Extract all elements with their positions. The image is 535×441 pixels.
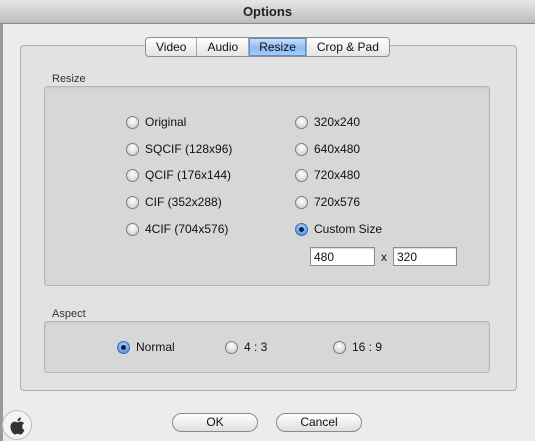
tab-crop-pad[interactable]: Crop & Pad	[305, 38, 389, 56]
radio-aspect-4-3[interactable]: 4 : 3	[225, 339, 267, 355]
tab-resize[interactable]: Resize	[248, 38, 306, 56]
radio-label: 320x240	[314, 115, 361, 129]
radio-label: Custom Size	[314, 222, 383, 236]
radio-original[interactable]: Original	[126, 114, 186, 130]
radio-button-selected[interactable]	[295, 222, 308, 236]
radio-button[interactable]	[295, 142, 308, 156]
radio-label: CIF (352x288)	[145, 195, 222, 209]
radio-aspect-16-9[interactable]: 16 : 9	[333, 339, 382, 355]
radio-label: Normal	[136, 340, 175, 354]
apple-logo-glyph	[10, 417, 25, 435]
radio-button[interactable]	[126, 222, 139, 236]
radio-button[interactable]	[333, 340, 346, 354]
options-window: Options Video Audio Resize Crop & Pad Re…	[0, 0, 535, 441]
radio-label: Original	[145, 115, 187, 129]
radio-cif[interactable]: CIF (352x288)	[126, 194, 222, 210]
tab-audio[interactable]: Audio	[196, 38, 248, 56]
resize-group-label: Resize	[52, 73, 86, 85]
radio-640x480[interactable]: 640x480	[295, 141, 360, 157]
window-title: Options	[0, 0, 535, 24]
radio-button[interactable]	[295, 168, 308, 182]
tab-video[interactable]: Video	[146, 38, 196, 56]
radio-720x480[interactable]: 720x480	[295, 167, 360, 183]
radio-button[interactable]	[126, 115, 139, 129]
radio-sqcif[interactable]: SQCIF (128x96)	[126, 141, 232, 157]
radio-qcif[interactable]: QCIF (176x144)	[126, 167, 231, 183]
radio-button[interactable]	[295, 115, 308, 129]
radio-button[interactable]	[126, 142, 139, 156]
radio-320x240[interactable]: 320x240	[295, 114, 360, 130]
tab-bar: Video Audio Resize Crop & Pad	[145, 37, 390, 57]
custom-width-field[interactable]	[310, 247, 375, 266]
dimension-separator: x	[381, 250, 387, 264]
radio-4cif[interactable]: 4CIF (704x576)	[126, 221, 228, 237]
radio-button[interactable]	[295, 195, 308, 209]
radio-button[interactable]	[126, 195, 139, 209]
window-left-edge	[0, 24, 3, 441]
radio-label: QCIF (176x144)	[145, 168, 232, 182]
radio-label: 640x480	[314, 142, 361, 156]
apple-logo-icon	[2, 410, 32, 440]
cancel-button[interactable]: Cancel	[276, 413, 362, 432]
radio-label: SQCIF (128x96)	[145, 142, 233, 156]
radio-label: 4CIF (704x576)	[145, 222, 229, 236]
radio-label: 16 : 9	[352, 340, 383, 354]
radio-label: 4 : 3	[244, 340, 268, 354]
radio-label: 720x576	[314, 195, 361, 209]
radio-aspect-normal[interactable]: Normal	[117, 339, 175, 355]
radio-label: 720x480	[314, 168, 361, 182]
custom-height-field[interactable]	[393, 247, 457, 266]
radio-720x576[interactable]: 720x576	[295, 194, 360, 210]
aspect-group-label: Aspect	[52, 308, 86, 320]
ok-button[interactable]: OK	[172, 413, 258, 432]
radio-custom-size[interactable]: Custom Size	[295, 221, 382, 237]
radio-button[interactable]	[126, 168, 139, 182]
radio-button-selected[interactable]	[117, 340, 130, 354]
radio-button[interactable]	[225, 340, 238, 354]
